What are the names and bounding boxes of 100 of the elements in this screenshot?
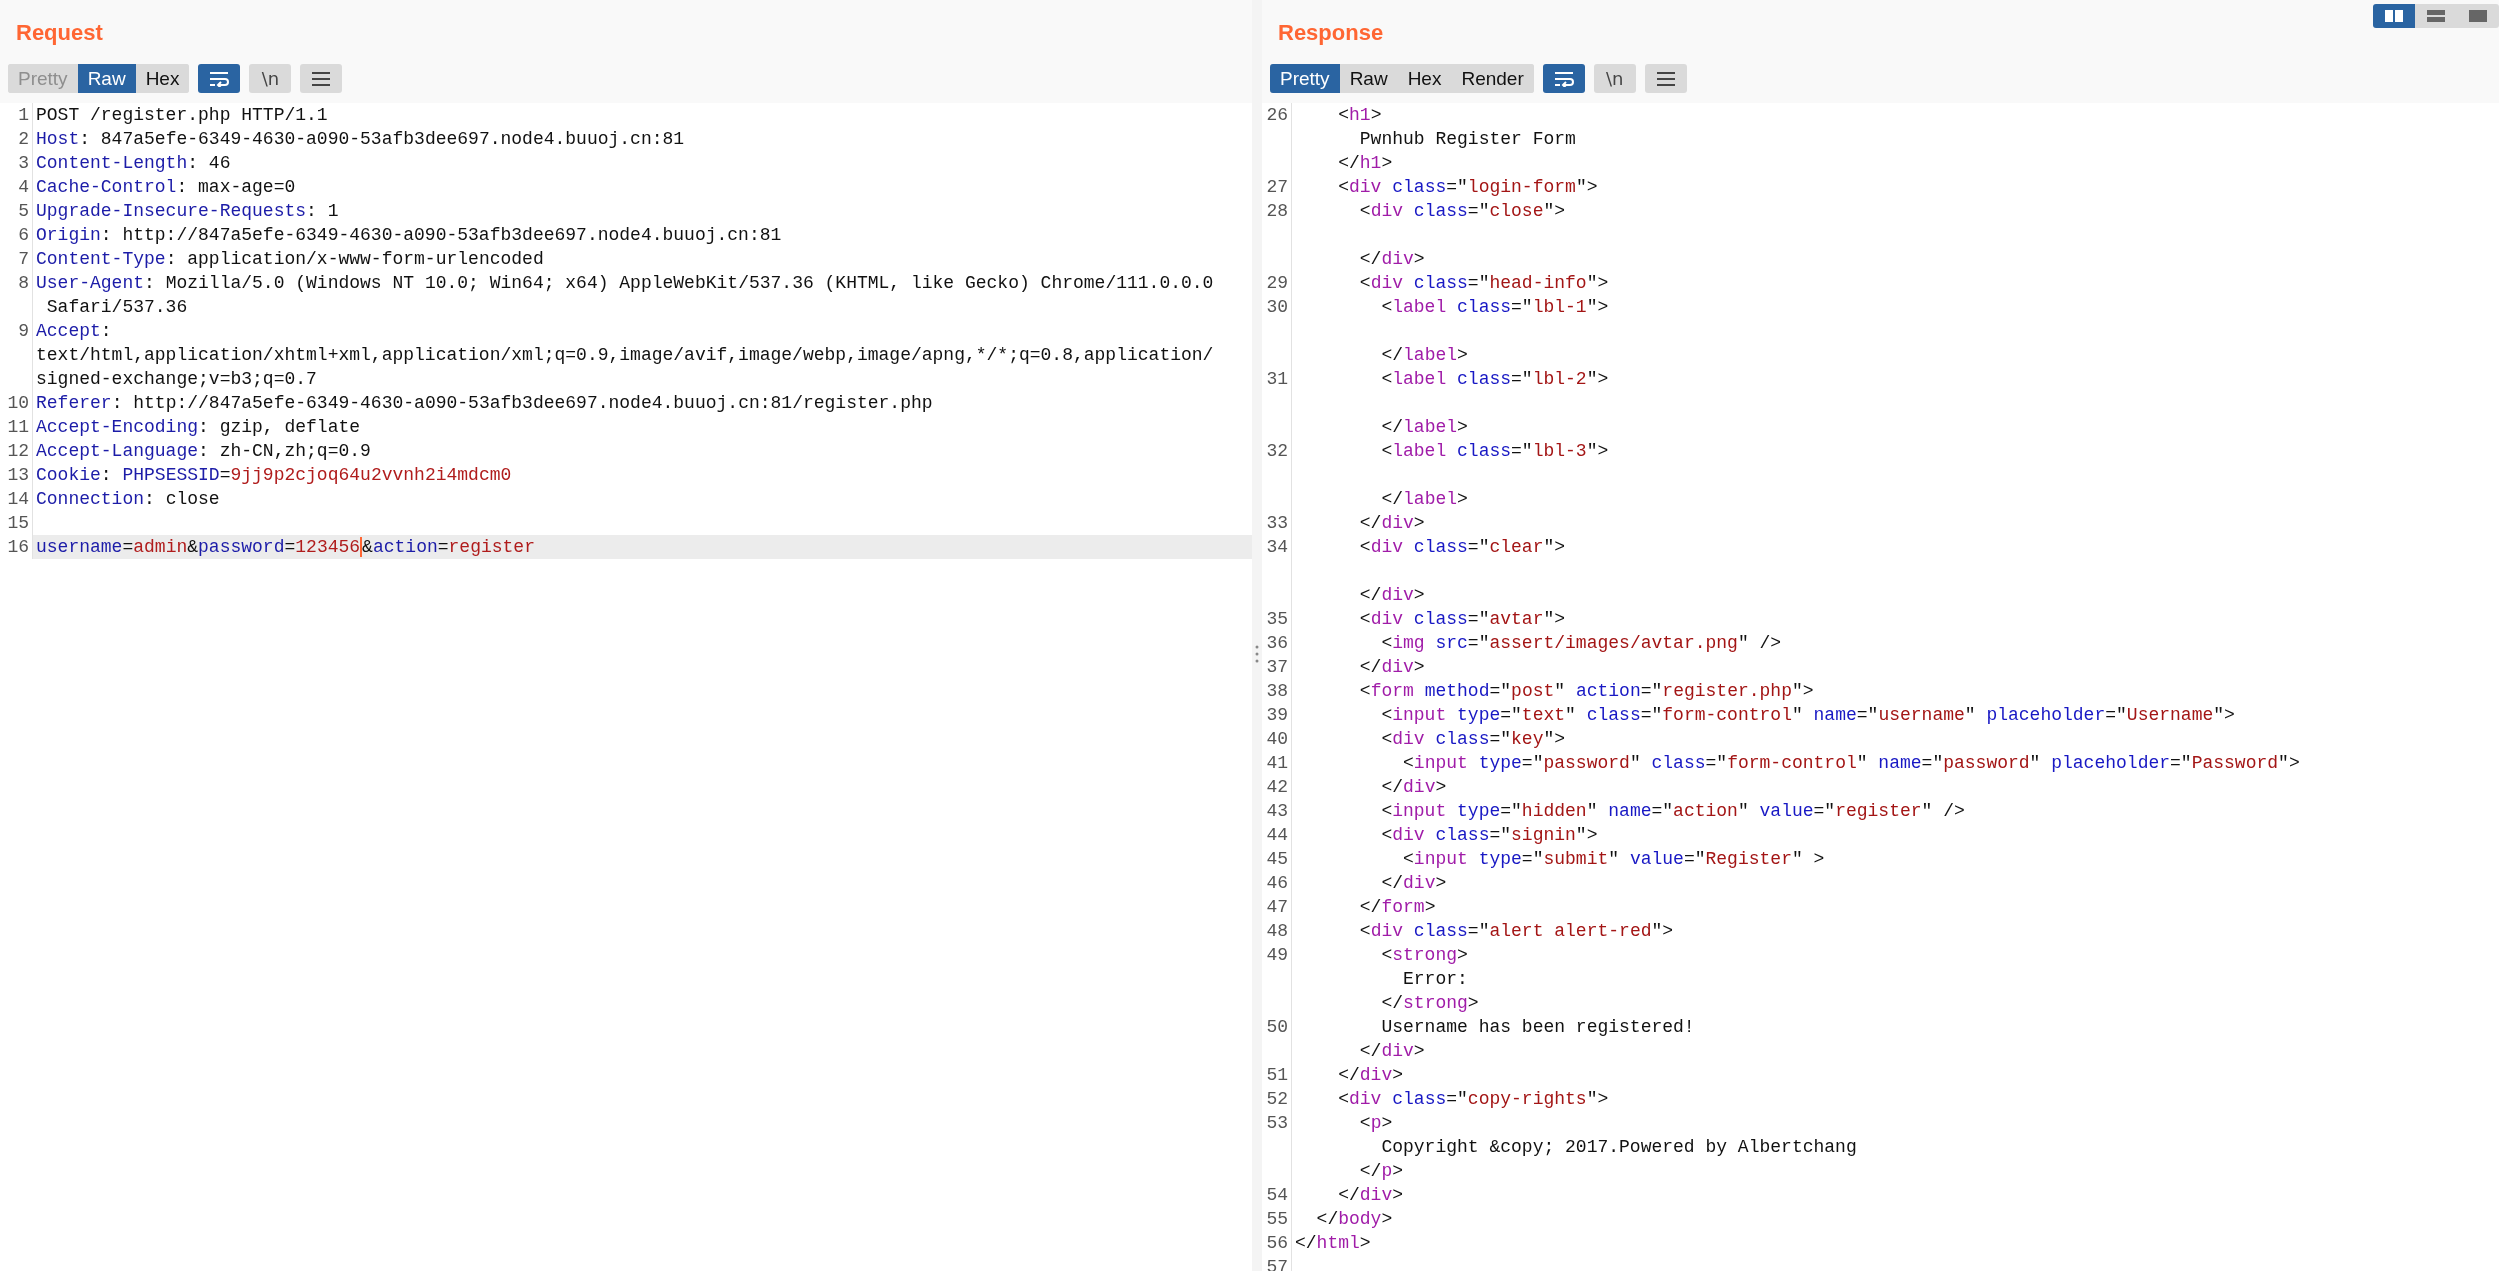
code-line: <div class="alert alert-red"> <box>1358 920 1674 943</box>
layout-mode-button[interactable] <box>2415 4 2457 28</box>
code-line: </div> <box>1337 1064 1404 1087</box>
newline-button[interactable]: \n <box>1593 64 1636 93</box>
code-line: </div> <box>1358 656 1425 679</box>
line-number: 51 <box>1266 1065 1288 1085</box>
code-line: </div> <box>1337 1184 1404 1207</box>
line-number: 11 <box>7 417 29 437</box>
code-line: </div> <box>1358 1040 1425 1063</box>
line-number: 13 <box>7 465 29 485</box>
code-line: Content-Type: application/x-www-form-urlencoded <box>35 248 544 271</box>
drag-handle-icon[interactable] <box>1255 645 1259 663</box>
menu-icon <box>1655 70 1676 87</box>
line-number: 1 <box>18 105 29 125</box>
code-line: Upgrade-Insecure-Requests: 1 <box>35 200 339 223</box>
code-line: signed-exchange;v=b3;q=0.7 <box>35 368 317 391</box>
line-number: 30 <box>1266 297 1288 317</box>
code-line: <input type="text" class="form-control" name="username" placeholder="Username"> <box>1380 704 2235 727</box>
view-tab[interactable]: Pretty <box>1270 64 1340 93</box>
line-number: 31 <box>1266 369 1288 389</box>
code-line: </div> <box>1358 584 1425 607</box>
line-number: 32 <box>1266 441 1288 461</box>
wrap-icon <box>1552 70 1575 87</box>
line-number: 45 <box>1266 849 1288 869</box>
code-line: <div class="clear"> <box>1358 536 1566 559</box>
code-line: </label> <box>1380 488 1468 511</box>
line-number: 50 <box>1266 1017 1288 1037</box>
code-line: <div class="login-form"> <box>1337 176 1598 199</box>
code-line: Accept-Encoding: gzip, deflate <box>35 416 361 439</box>
split-rows-icon <box>2427 10 2445 22</box>
code-line: User-Agent: Mozilla/5.0 (Windows NT 10.0; Win64; x64) AppleWebKit/537.36 (KHTML, like Gecko) Chrome/111.0.0.0 <box>35 272 1214 295</box>
single-pane-icon <box>2469 10 2487 22</box>
line-number: 6 <box>18 225 29 245</box>
line-number: 14 <box>7 489 29 509</box>
code-line: Referer: http://847a5efe-6349-4630-a090-53afb3dee697.node4.buuoj.cn:81/register.php <box>35 392 933 415</box>
code-line: </div> <box>1358 248 1425 271</box>
code-line: <input type="password" class="form-control" name="password" placeholder="Password"> <box>1402 752 2300 775</box>
code-line: Pwnhub Register Form <box>1358 128 1576 151</box>
line-number: 28 <box>1266 201 1288 221</box>
code-line: <label class="lbl-1"> <box>1380 296 1609 319</box>
code-line: </p> <box>1358 1160 1404 1183</box>
line-number: 10 <box>7 393 29 413</box>
code-line: <div class="close"> <box>1358 200 1566 223</box>
code-line: username=admin&password=123456&action=register <box>35 536 535 559</box>
line-number: 39 <box>1266 705 1288 725</box>
wrap-icon <box>208 70 231 87</box>
code-line: </label> <box>1380 344 1468 367</box>
view-tab[interactable]: Raw <box>77 64 136 93</box>
line-number: 43 <box>1266 801 1288 821</box>
menu-button[interactable] <box>1644 64 1687 93</box>
code-line: </div> <box>1358 512 1425 535</box>
line-number: 48 <box>1266 921 1288 941</box>
layout-mode-button[interactable] <box>2457 4 2499 28</box>
line-number: 9 <box>18 321 29 341</box>
line-number: 47 <box>1266 897 1288 917</box>
code-line: </div> <box>1380 872 1447 895</box>
code-line: Error: <box>1402 968 1468 991</box>
line-number: 7 <box>18 249 29 269</box>
line-number: 35 <box>1266 609 1288 629</box>
line-number: 42 <box>1266 777 1288 797</box>
code-line: </form> <box>1358 896 1436 919</box>
code-line: POST /register.php HTTP/1.1 <box>35 104 328 127</box>
code-line: <strong> <box>1380 944 1468 967</box>
line-number: 55 <box>1266 1209 1288 1229</box>
code-line: Accept-Language: zh-CN,zh;q=0.9 <box>35 440 371 463</box>
code-line: Origin: http://847a5efe-6349-4630-a090-53afb3dee697.node4.buuoj.cn:81 <box>35 224 782 247</box>
menu-button[interactable] <box>300 64 343 93</box>
line-number: 41 <box>1266 753 1288 773</box>
code-line: Safari/537.36 <box>45 296 188 319</box>
code-line: <div class="avtar"> <box>1358 608 1566 631</box>
line-number: 40 <box>1266 729 1288 749</box>
code-line: Cache-Control: max-age=0 <box>35 176 296 199</box>
panel-title: Request <box>16 20 103 46</box>
code-line: <form method="post" action="register.php"> <box>1358 680 1814 703</box>
wrap-button[interactable] <box>198 64 241 93</box>
line-number: 26 <box>1266 105 1288 125</box>
line-number: 15 <box>7 513 29 533</box>
code-line: Accept: <box>35 320 112 343</box>
code-line: Connection: close <box>35 488 220 511</box>
menu-icon <box>311 70 332 87</box>
code-line: <input type="hidden" name="action" value="register" /> <box>1380 800 1965 823</box>
line-number: 4 <box>18 177 29 197</box>
line-number: 36 <box>1266 633 1288 653</box>
code-line: <div class="signin"> <box>1380 824 1598 847</box>
code-line: Content-Length: 46 <box>35 152 231 175</box>
code-line: </label> <box>1380 416 1468 439</box>
wrap-button[interactable] <box>1542 64 1585 93</box>
line-number: 2 <box>18 129 29 149</box>
line-number: 8 <box>18 273 29 293</box>
line-number: 44 <box>1266 825 1288 845</box>
line-number: 34 <box>1266 537 1288 557</box>
code-line: <input type="submit" value="Register" > <box>1402 848 1825 871</box>
newline-button[interactable]: \n <box>249 64 292 93</box>
code-line: </strong> <box>1380 992 1479 1015</box>
layout-mode-button[interactable] <box>2373 4 2415 28</box>
line-number: 38 <box>1266 681 1288 701</box>
code-line: <div class="copy-rights"> <box>1337 1088 1609 1111</box>
line-number: 54 <box>1266 1185 1288 1205</box>
line-number: 3 <box>18 153 29 173</box>
line-number: 12 <box>7 441 29 461</box>
